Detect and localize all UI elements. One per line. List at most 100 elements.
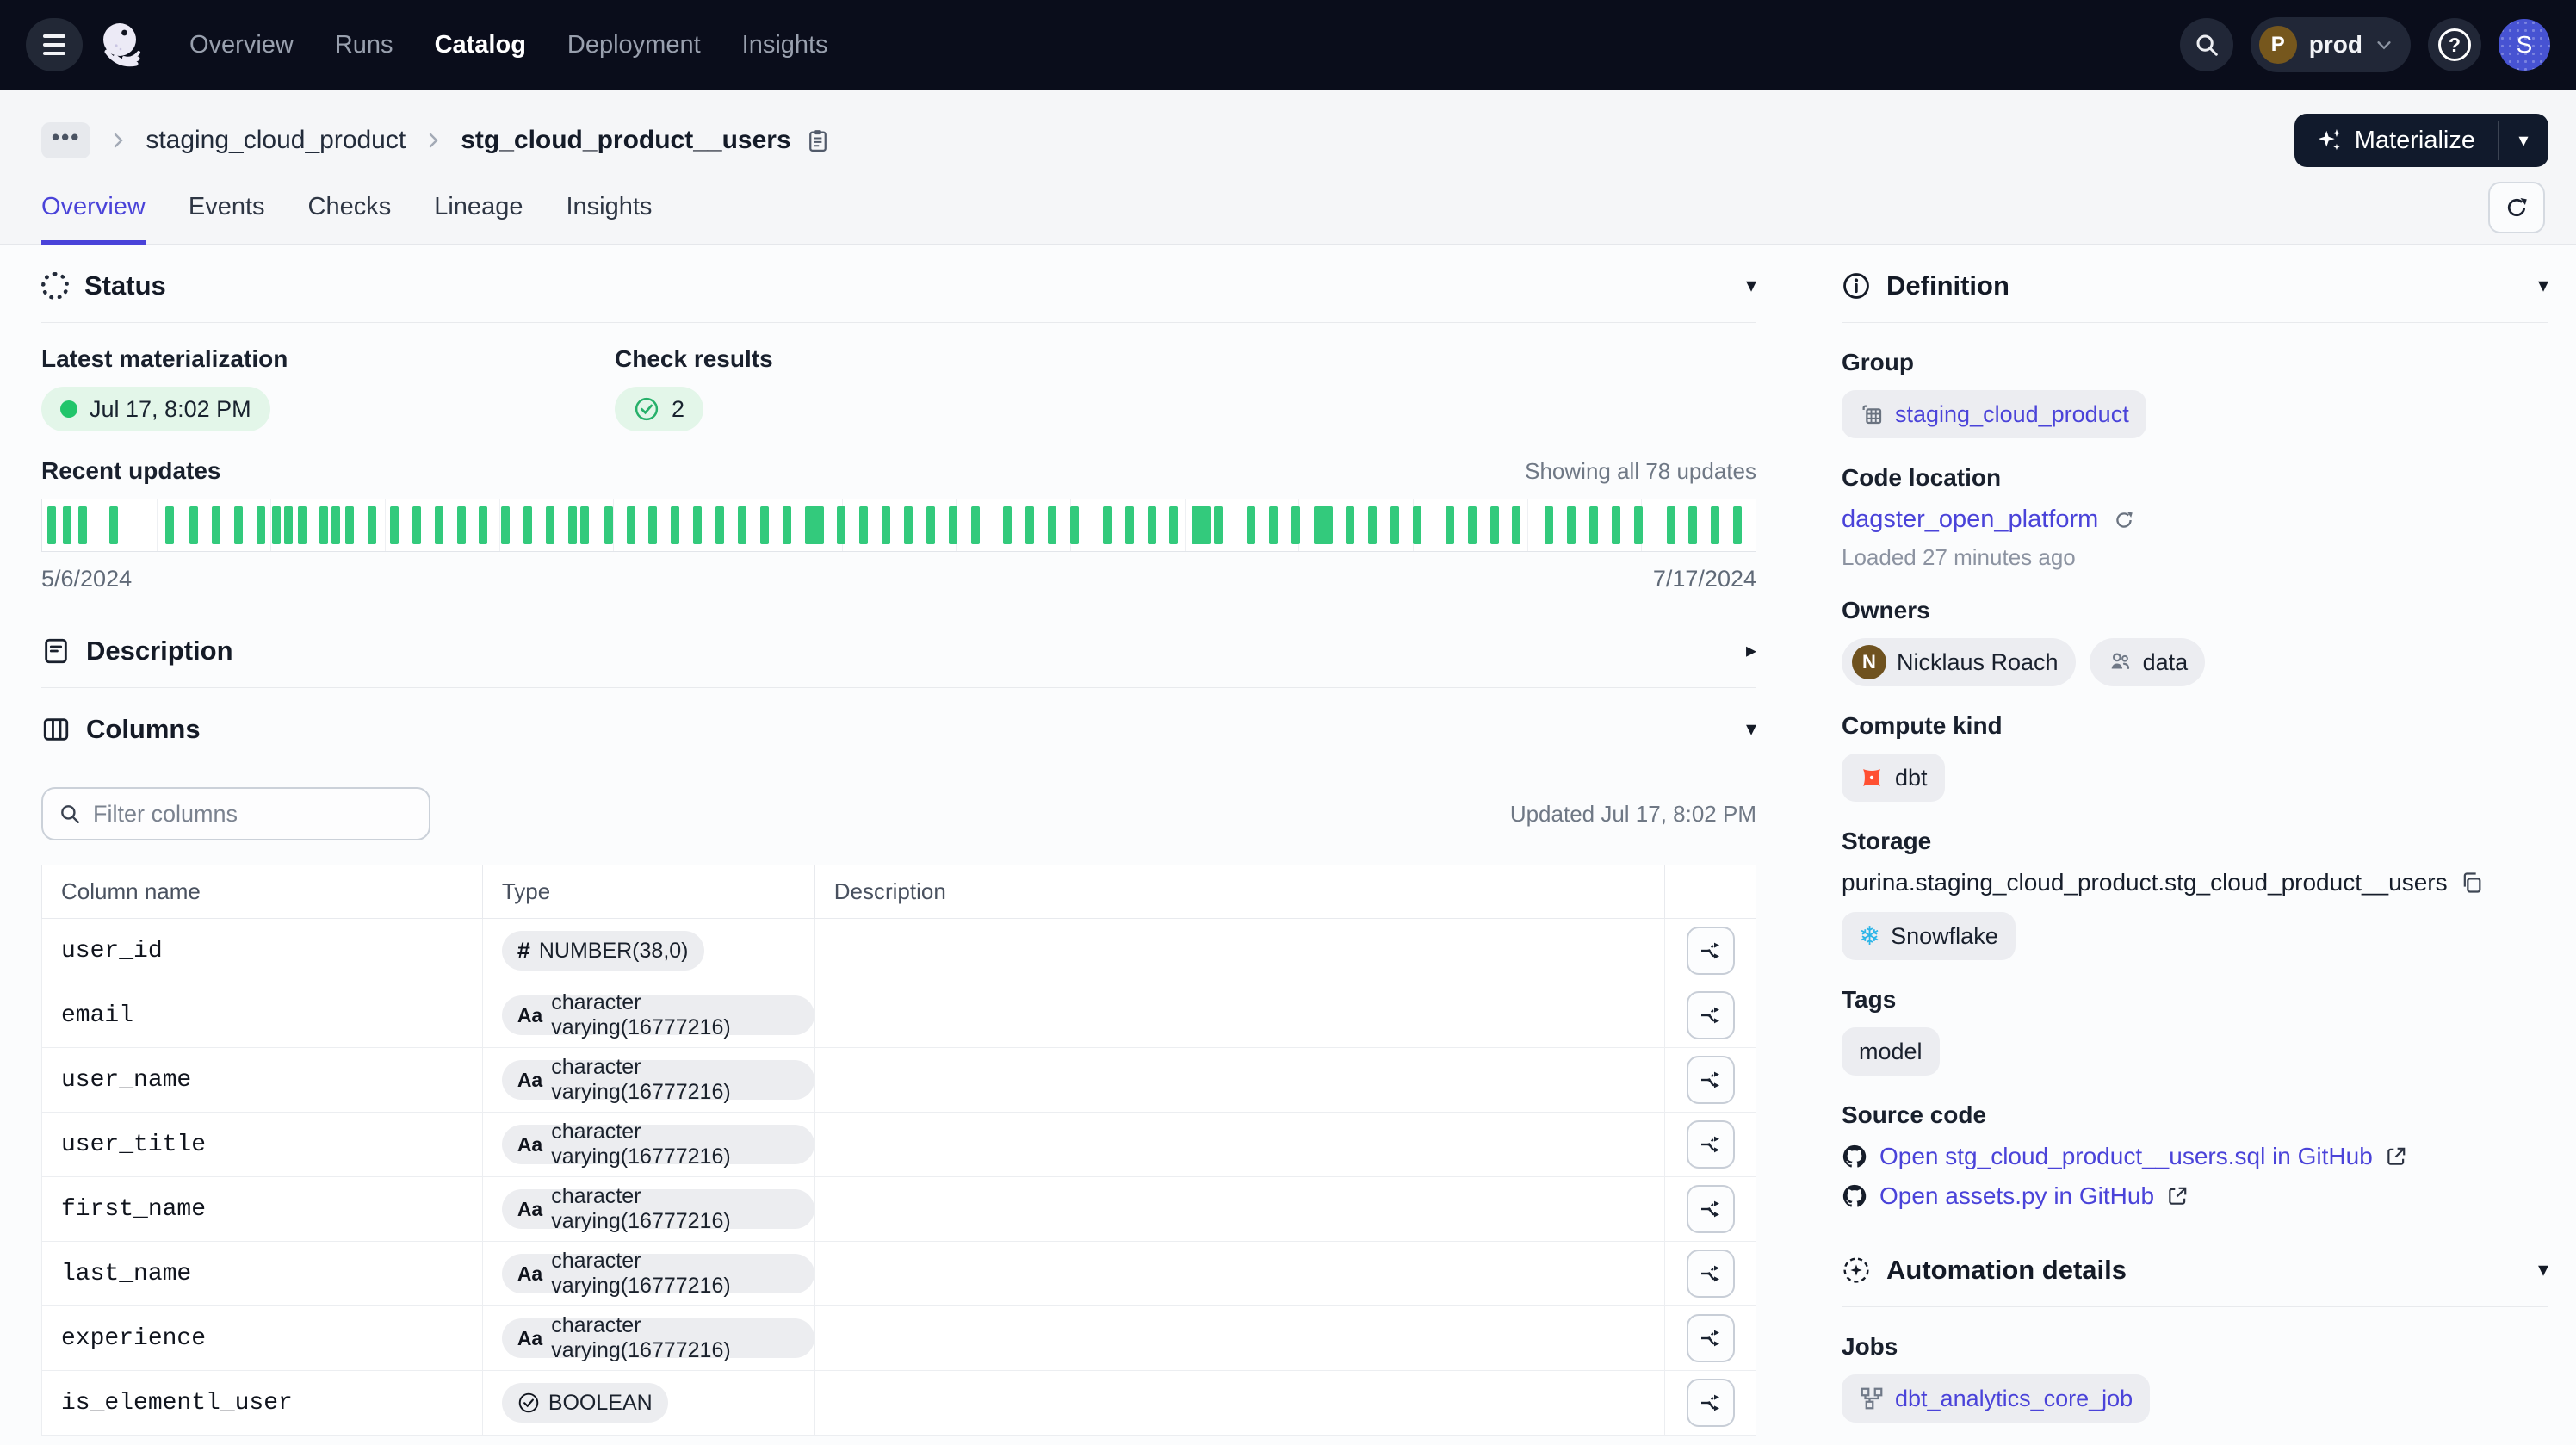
nav-item-overview[interactable]: Overview	[189, 31, 294, 59]
update-tick	[627, 506, 635, 544]
primary-nav: Overview Runs Catalog Deployment Insights	[189, 31, 828, 59]
view-lineage-button[interactable]	[1687, 991, 1735, 1039]
job-link: dbt_analytics_core_job	[1895, 1386, 2133, 1412]
nav-item-deployment[interactable]: Deployment	[567, 31, 701, 59]
job-chip[interactable]: dbt_analytics_core_job	[1842, 1374, 2150, 1423]
tab-overview[interactable]: Overview	[41, 171, 146, 244]
column-name-cell: last_name	[42, 1242, 483, 1306]
storage-kind-chip[interactable]: ❄ Snowflake	[1842, 912, 2016, 960]
breadcrumb-ellipsis-button[interactable]: •••	[41, 122, 90, 158]
source-code-link[interactable]: Open stg_cloud_product__users.sql in Git…	[1879, 1143, 2373, 1170]
hamburger-menu-button[interactable]	[26, 18, 83, 71]
info-icon	[1842, 271, 1871, 301]
help-button[interactable]: ?	[2428, 18, 2481, 71]
latest-materialization-pill[interactable]: Jul 17, 8:02 PM	[41, 387, 270, 431]
timeline-end-date: 7/17/2024	[1653, 566, 1756, 592]
update-tick	[1512, 506, 1520, 544]
number-type-icon: #	[517, 938, 530, 964]
tab-checks[interactable]: Checks	[308, 171, 392, 244]
status-section-header: Status ▾	[41, 250, 1756, 322]
update-tick	[298, 506, 307, 544]
table-row: first_nameAacharacter varying(16777216)	[42, 1177, 1756, 1242]
update-tick	[648, 506, 657, 544]
tags-label: Tags	[1842, 986, 2548, 1014]
description-expand-button[interactable]: ▸	[1746, 641, 1756, 661]
update-tick	[882, 506, 890, 544]
materialize-button[interactable]: Materialize	[2294, 114, 2498, 167]
status-collapse-button[interactable]: ▾	[1746, 276, 1756, 296]
columns-collapse-button[interactable]: ▾	[1746, 719, 1756, 740]
tab-events[interactable]: Events	[189, 171, 265, 244]
update-tick	[1390, 506, 1399, 544]
view-lineage-button[interactable]	[1687, 1185, 1735, 1233]
column-actions-cell	[1665, 1306, 1756, 1371]
recent-updates-label: Recent updates	[41, 457, 221, 485]
check-results-pill[interactable]: 2	[615, 387, 703, 431]
owner-name: Nicklaus Roach	[1897, 649, 2059, 676]
copy-icon[interactable]	[2460, 871, 2484, 895]
view-lineage-button[interactable]	[1687, 1120, 1735, 1169]
update-tick	[738, 506, 746, 544]
type-label: character varying(16777216)	[551, 1055, 799, 1105]
recent-updates-timeline[interactable]	[41, 499, 1756, 552]
type-label: character varying(16777216)	[551, 1313, 799, 1363]
definition-collapse-button[interactable]: ▾	[2538, 276, 2548, 296]
column-type-cell: Aacharacter varying(16777216)	[482, 1177, 814, 1242]
column-description-cell	[814, 983, 1664, 1048]
update-tick	[568, 506, 577, 544]
column-name-cell: user_name	[42, 1048, 483, 1113]
update-tick	[1003, 506, 1012, 544]
refresh-button[interactable]	[2488, 182, 2545, 233]
reload-icon[interactable]	[2112, 508, 2136, 532]
view-lineage-button[interactable]	[1687, 1379, 1735, 1427]
owner-avatar: N	[1852, 645, 1886, 679]
update-tick	[1070, 506, 1079, 544]
owner-user-chip[interactable]: N Nicklaus Roach	[1842, 638, 2076, 686]
definition-sidebar: Definition ▾ Group staging_cloud_product…	[1805, 245, 2548, 1417]
nav-item-runs[interactable]: Runs	[335, 31, 393, 59]
status-title: Status	[84, 270, 166, 301]
automation-section-header: Automation details ▾	[1842, 1234, 2548, 1306]
update-tick	[760, 506, 769, 544]
column-type-cell: Aacharacter varying(16777216)	[482, 1306, 814, 1371]
type-label: BOOLEAN	[548, 1391, 653, 1416]
dagster-logo-icon[interactable]	[96, 19, 148, 71]
jobs-label: Jobs	[1842, 1333, 2548, 1361]
view-lineage-button[interactable]	[1687, 1314, 1735, 1362]
automation-collapse-button[interactable]: ▾	[2538, 1260, 2548, 1281]
nav-item-insights[interactable]: Insights	[742, 31, 828, 59]
code-location-link[interactable]: dagster_open_platform	[1842, 505, 2098, 534]
update-tick	[805, 506, 824, 544]
copy-asset-name-button[interactable]	[805, 127, 831, 153]
tab-lineage[interactable]: Lineage	[434, 171, 523, 244]
update-tick	[390, 506, 399, 544]
nav-item-catalog[interactable]: Catalog	[435, 31, 526, 59]
tag-chip[interactable]: model	[1842, 1027, 1940, 1076]
update-tick	[1346, 506, 1354, 544]
owner-team-chip[interactable]: data	[2090, 638, 2206, 686]
table-row: is_elementl_userBOOLEAN	[42, 1371, 1756, 1436]
breadcrumb-group-link[interactable]: staging_cloud_product	[146, 126, 406, 155]
update-tick	[1589, 506, 1598, 544]
group-chip[interactable]: staging_cloud_product	[1842, 390, 2146, 438]
table-row: last_nameAacharacter varying(16777216)	[42, 1242, 1756, 1306]
source-code-link[interactable]: Open assets.py in GitHub	[1879, 1182, 2154, 1210]
column-name-header: Column name	[42, 865, 483, 919]
view-lineage-button[interactable]	[1687, 927, 1735, 975]
storage-path: purina.staging_cloud_product.stg_cloud_p…	[1842, 869, 2448, 896]
materialize-dropdown-button[interactable]: ▾	[2499, 114, 2548, 167]
breadcrumb-asset-name: stg_cloud_product__users	[461, 126, 790, 155]
filter-columns-input[interactable]	[91, 800, 413, 828]
deployment-switcher[interactable]: P prod	[2251, 17, 2411, 72]
check-results-value: 2	[672, 396, 684, 423]
tab-insights[interactable]: Insights	[566, 171, 652, 244]
lineage-icon	[1699, 1326, 1723, 1350]
job-icon	[1859, 1386, 1885, 1411]
user-avatar[interactable]: S	[2499, 19, 2550, 71]
update-tick	[63, 506, 71, 544]
view-lineage-button[interactable]	[1687, 1056, 1735, 1104]
search-button[interactable]	[2180, 18, 2233, 71]
compute-kind-chip[interactable]: dbt	[1842, 754, 1945, 802]
view-lineage-button[interactable]	[1687, 1250, 1735, 1298]
text-type-icon: Aa	[517, 1004, 542, 1027]
